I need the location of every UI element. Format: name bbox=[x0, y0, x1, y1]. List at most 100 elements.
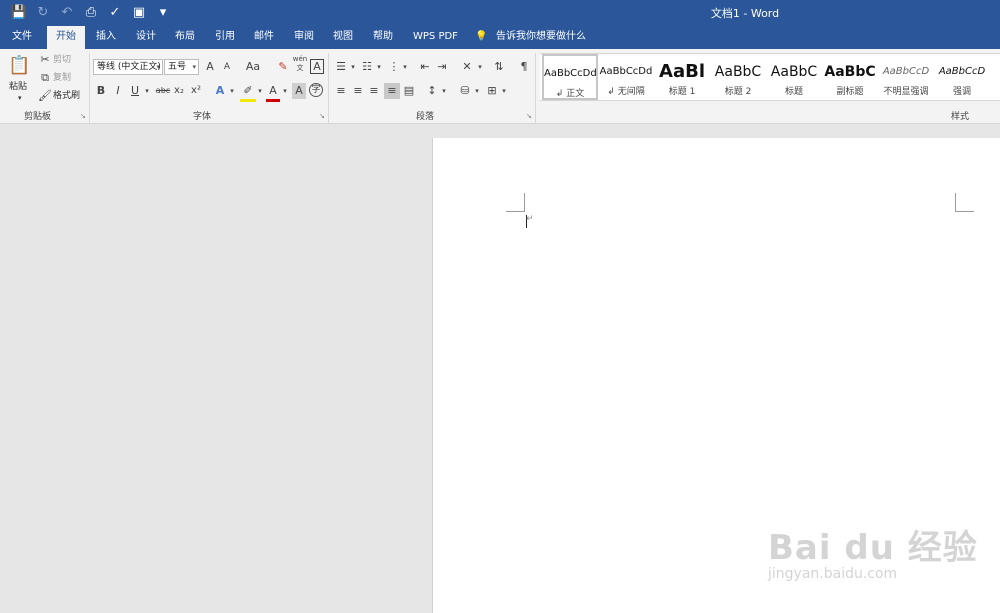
print-preview-icon[interactable]: ⎙ bbox=[82, 4, 100, 22]
style-heading-1[interactable]: AaBl 标题 1 bbox=[654, 54, 710, 100]
style-title[interactable]: AaBbC 标题 bbox=[766, 54, 822, 100]
style-no-spacing[interactable]: AaBbCcDd ↲ 无间隔 bbox=[598, 54, 654, 100]
style-normal[interactable]: AaBbCcDd ↲ 正文 bbox=[542, 54, 598, 100]
phonetic-guide-icon[interactable]: wén 文 bbox=[292, 55, 308, 73]
font-size-combo[interactable]: 五号 ▾ bbox=[164, 59, 199, 75]
tell-me-search[interactable]: 告诉我你想要做什么 bbox=[496, 26, 586, 49]
underline-button[interactable]: U bbox=[128, 83, 142, 99]
align-left-icon[interactable]: ≡ bbox=[334, 83, 348, 99]
tab-layout[interactable]: 布局 bbox=[175, 26, 195, 49]
clear-formatting-icon[interactable]: ✎ bbox=[276, 59, 290, 75]
spell-check-icon[interactable]: ✓ bbox=[106, 4, 124, 22]
copy-icon[interactable]: ⧉ bbox=[38, 70, 52, 86]
paste-icon[interactable]: 📋 bbox=[8, 55, 30, 79]
highlight-icon[interactable]: ✐ bbox=[240, 83, 256, 102]
tab-references[interactable]: 引用 bbox=[215, 26, 235, 49]
grow-font-icon[interactable]: A bbox=[203, 59, 217, 75]
font-color-dropdown-icon[interactable]: ▾ bbox=[281, 83, 289, 99]
style-preview: AaBbCcD bbox=[882, 66, 930, 77]
numbering-icon[interactable]: ☷ bbox=[360, 59, 374, 75]
shading-bucket-icon[interactable]: ⛁ bbox=[458, 83, 472, 99]
bullets-icon[interactable]: ☰ bbox=[334, 59, 348, 75]
bold-button[interactable]: B bbox=[94, 83, 108, 99]
font-launcher-icon[interactable]: ↘ bbox=[319, 112, 325, 120]
ribbon-tabs: 文件 开始 插入 设计 布局 引用 邮件 审阅 视图 帮助 WPS PDF 💡 … bbox=[0, 26, 1000, 50]
style-heading-2[interactable]: AaBbC 标题 2 bbox=[710, 54, 766, 100]
align-center-icon[interactable]: ≡ bbox=[351, 83, 365, 99]
save-icon[interactable]: 💾 bbox=[10, 4, 28, 22]
chinese-layout-dropdown-icon[interactable]: ▾ bbox=[476, 59, 484, 75]
watermark-brand: Bai du 经验 bbox=[768, 528, 978, 568]
customize-qat-icon[interactable]: ▾ bbox=[154, 4, 172, 22]
sort-icon[interactable]: ⇅ bbox=[492, 59, 506, 75]
tab-view[interactable]: 视图 bbox=[333, 26, 353, 49]
change-case-button[interactable]: Aa bbox=[243, 59, 263, 75]
title-bar: 💾 ↻ ↶ ⎙ ✓ ▣ ▾ 文档1 - Word bbox=[0, 0, 1000, 26]
multilevel-dropdown-icon[interactable]: ▾ bbox=[401, 59, 409, 75]
chinese-layout-icon[interactable]: ✕ bbox=[459, 59, 475, 75]
copy-button[interactable]: 复制 bbox=[53, 71, 71, 85]
separator bbox=[89, 53, 90, 123]
borders-dropdown-icon[interactable]: ▾ bbox=[500, 83, 508, 99]
enclose-characters-icon[interactable]: 字 bbox=[309, 83, 323, 97]
style-name: 不明显强调 bbox=[883, 87, 929, 97]
underline-dropdown-icon[interactable]: ▾ bbox=[143, 83, 151, 99]
crop-mark-top-right bbox=[955, 193, 956, 211]
tab-insert[interactable]: 插入 bbox=[96, 26, 116, 49]
decrease-indent-icon[interactable]: ⇤ bbox=[418, 59, 432, 75]
increase-indent-icon[interactable]: ⇥ bbox=[435, 59, 449, 75]
highlight-dropdown-icon[interactable]: ▾ bbox=[256, 83, 264, 99]
style-subtitle[interactable]: AaBbC 副标题 bbox=[822, 54, 878, 100]
tab-wps-pdf[interactable]: WPS PDF bbox=[413, 26, 458, 49]
style-name: 副标题 bbox=[836, 87, 864, 97]
style-subtle-emphasis[interactable]: AaBbCcD 不明显强调 bbox=[878, 54, 934, 100]
cut-icon[interactable]: ✂ bbox=[38, 52, 52, 68]
font-color-icon[interactable]: A bbox=[266, 83, 280, 102]
paragraph-launcher-icon[interactable]: ↘ bbox=[526, 112, 532, 120]
style-preview: AaBbCcDd bbox=[599, 66, 653, 77]
style-preview: AaBbCcD bbox=[938, 66, 986, 77]
paste-dropdown-icon[interactable]: ▾ bbox=[18, 91, 22, 105]
autosave-icon[interactable]: ↻ bbox=[34, 4, 52, 22]
touch-mode-icon[interactable]: ▣ bbox=[130, 4, 148, 22]
superscript-button[interactable]: x² bbox=[189, 83, 203, 99]
bullets-dropdown-icon[interactable]: ▾ bbox=[349, 59, 357, 75]
tab-design[interactable]: 设计 bbox=[136, 26, 156, 49]
crop-mark-top-left bbox=[524, 193, 525, 211]
subscript-button[interactable]: x₂ bbox=[172, 83, 186, 99]
baidu-watermark: Bai du 经验 jingyan.baidu.com bbox=[768, 520, 977, 600]
justify-icon[interactable]: ≡ bbox=[384, 83, 400, 99]
align-right-icon[interactable]: ≡ bbox=[367, 83, 381, 99]
italic-button[interactable]: I bbox=[111, 83, 125, 99]
tab-mailings[interactable]: 邮件 bbox=[254, 26, 274, 49]
numbering-dropdown-icon[interactable]: ▾ bbox=[375, 59, 383, 75]
undo-icon[interactable]: ↶ bbox=[58, 4, 76, 22]
tab-help[interactable]: 帮助 bbox=[373, 26, 393, 49]
multilevel-list-icon[interactable]: ⋮ bbox=[387, 59, 401, 75]
line-spacing-dropdown-icon[interactable]: ▾ bbox=[440, 83, 448, 99]
shading-dropdown-icon[interactable]: ▾ bbox=[473, 83, 481, 99]
style-emphasis[interactable]: AaBbCcD 强调 bbox=[934, 54, 990, 100]
font-name-combo[interactable]: 等线 (中文正文) ▾ bbox=[93, 59, 163, 75]
borders-icon[interactable]: ⊞ bbox=[485, 83, 499, 99]
style-name: 标题 bbox=[784, 87, 803, 97]
tab-review[interactable]: 审阅 bbox=[294, 26, 314, 49]
clipboard-group-label: 剪贴板 bbox=[24, 112, 52, 122]
format-painter-icon[interactable]: 🖌 bbox=[38, 88, 52, 104]
format-painter-button[interactable]: 格式刷 bbox=[53, 89, 80, 103]
text-effects-dropdown-icon[interactable]: ▾ bbox=[228, 83, 236, 99]
text-effects-icon[interactable]: A bbox=[212, 83, 228, 99]
cut-button[interactable]: 剪切 bbox=[53, 53, 71, 67]
character-border-icon[interactable]: A bbox=[310, 59, 324, 74]
shrink-font-icon[interactable]: A bbox=[220, 59, 234, 75]
clipboard-launcher-icon[interactable]: ↘ bbox=[80, 112, 86, 120]
tab-home[interactable]: 开始 bbox=[47, 26, 85, 50]
style-name: ↲ 正文 bbox=[555, 89, 585, 99]
distributed-icon[interactable]: ▤ bbox=[402, 83, 416, 99]
line-spacing-icon[interactable]: ↕ bbox=[425, 83, 439, 99]
show-marks-icon[interactable]: ¶ bbox=[517, 59, 531, 75]
style-name: ↲ 无间隔 bbox=[607, 87, 645, 97]
tab-file[interactable]: 文件 bbox=[12, 26, 32, 49]
strikethrough-button[interactable]: abc bbox=[155, 83, 171, 99]
character-shading-icon[interactable]: A bbox=[292, 83, 306, 99]
